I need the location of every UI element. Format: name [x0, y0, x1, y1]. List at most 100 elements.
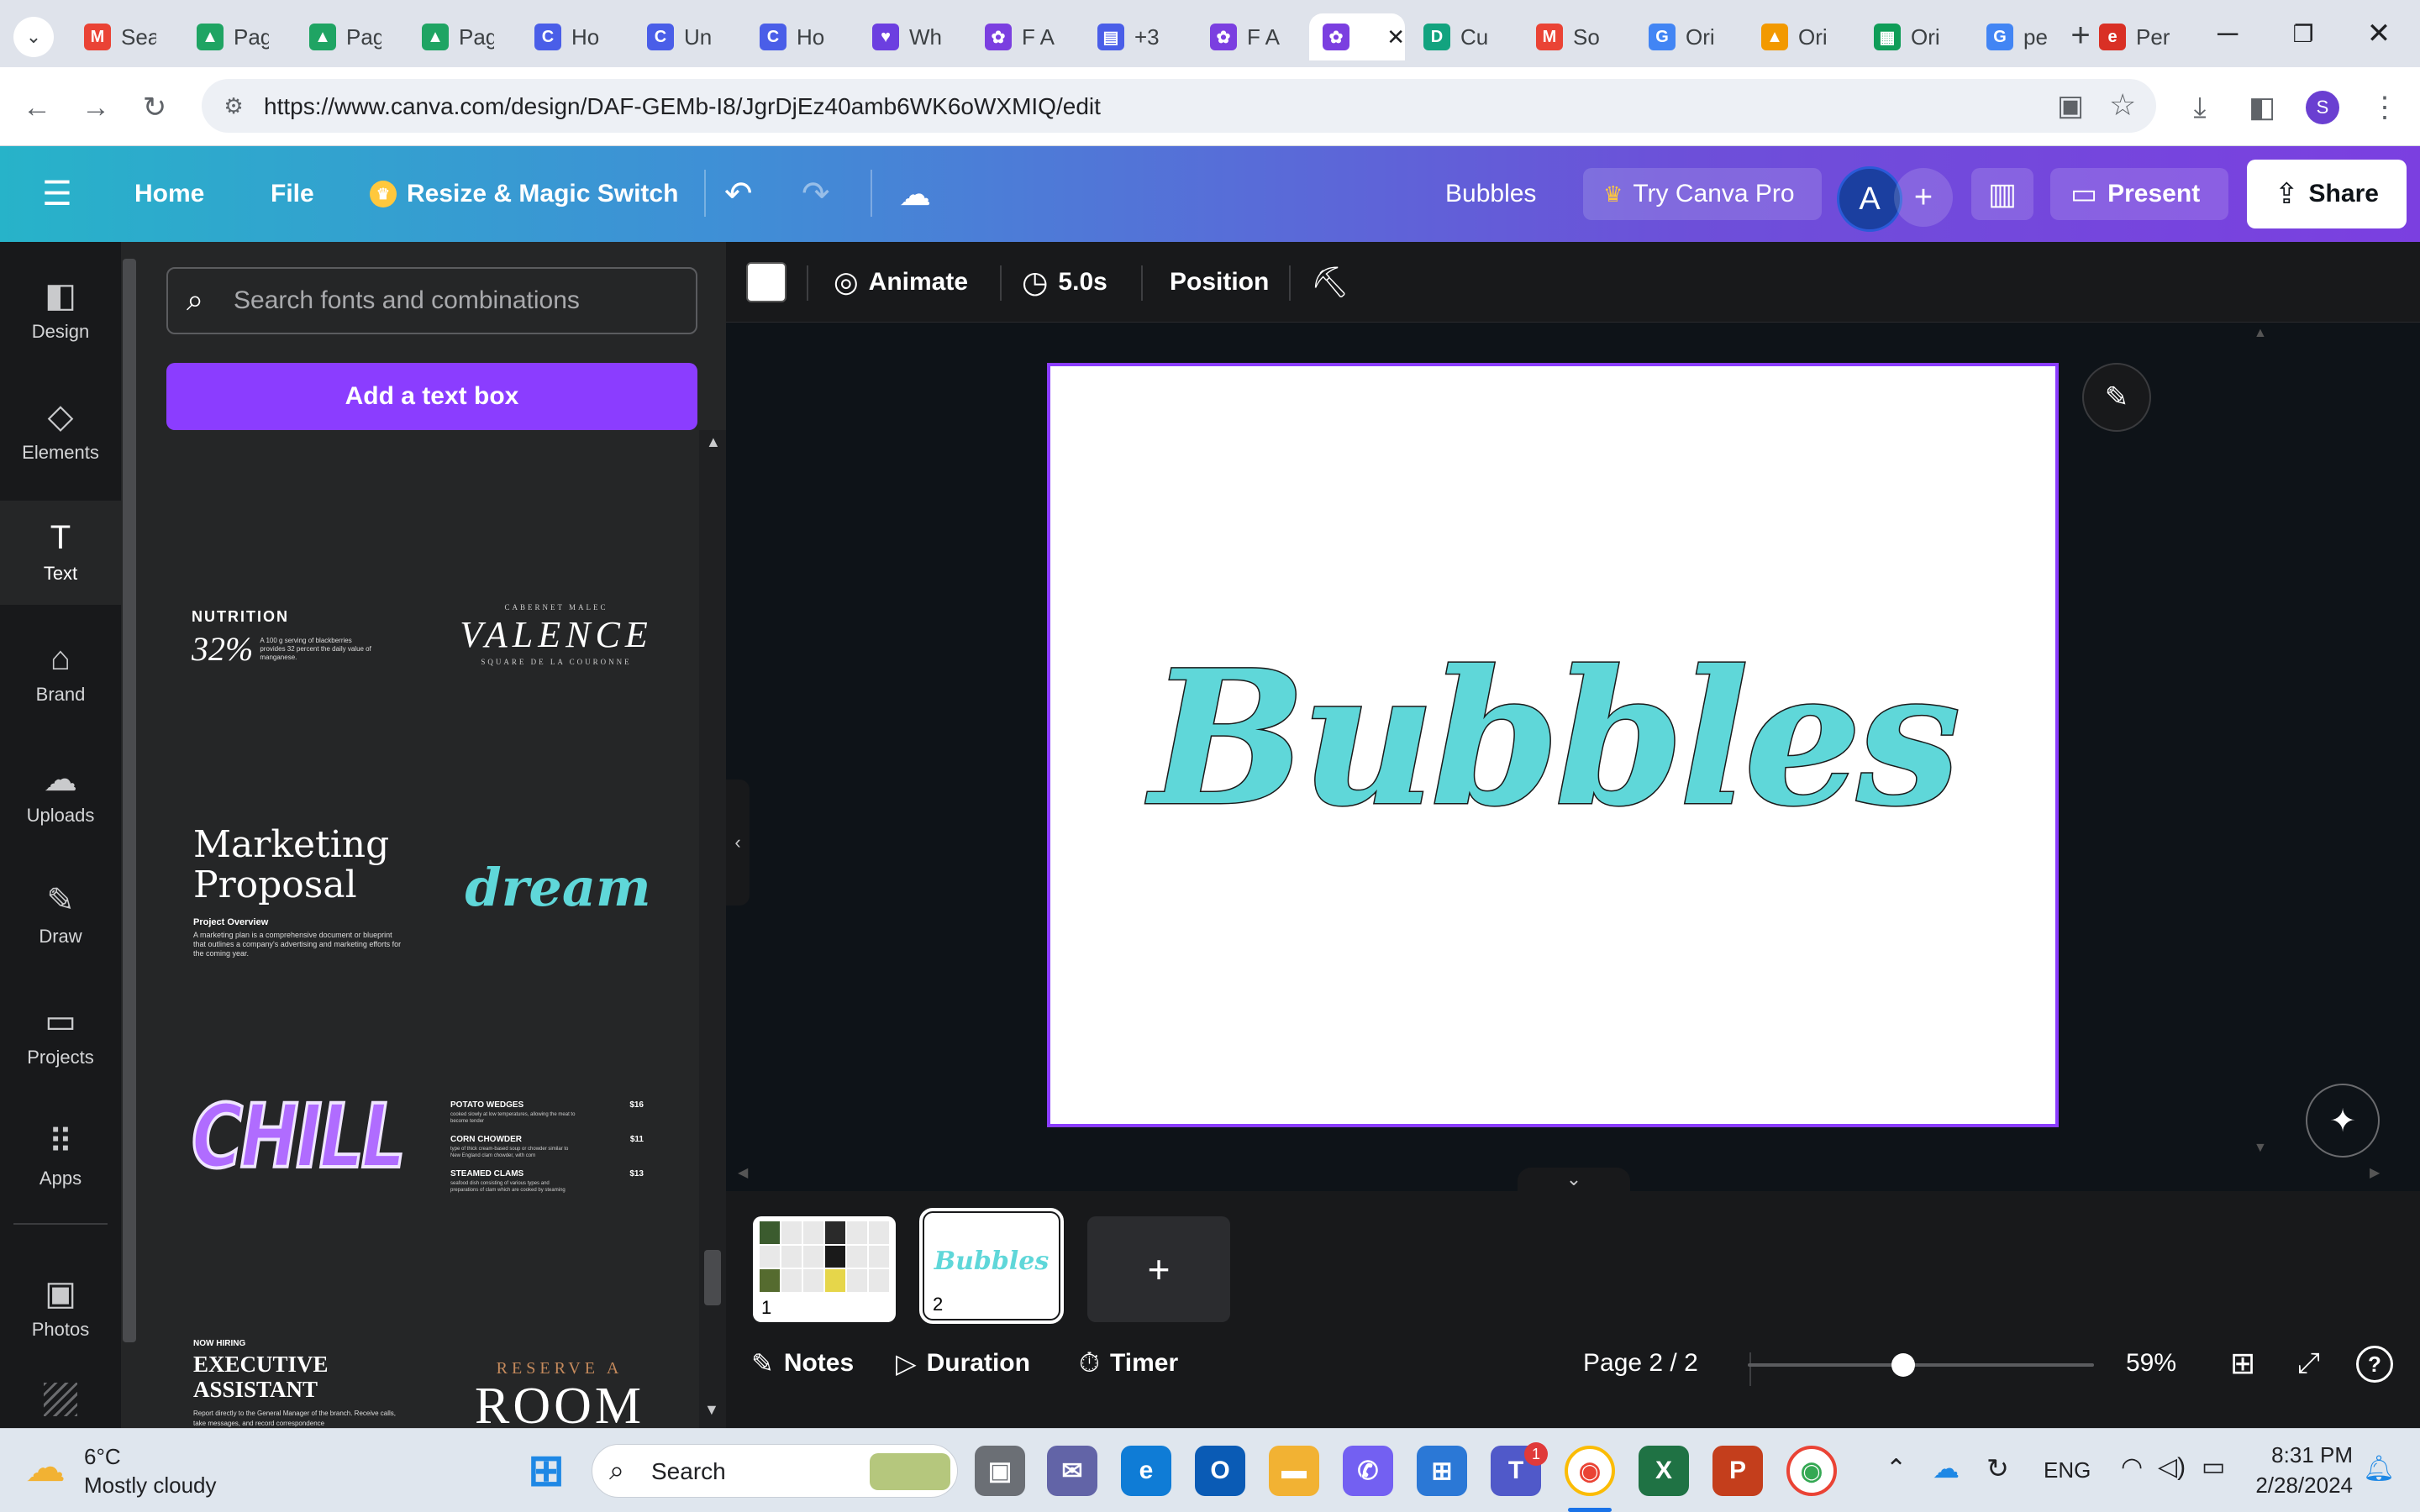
rail-more-pattern-icon[interactable] [44, 1383, 77, 1416]
clock-date[interactable]: 2/28/2024 [2235, 1473, 2353, 1499]
canvas-scroll-up-icon[interactable]: ▲ [2254, 326, 2267, 341]
browser-tab[interactable]: ▲ Pag [408, 13, 521, 60]
design-canvas[interactable]: Bubbles [1047, 363, 2059, 1127]
rail-item-design[interactable]: ◧ Design [0, 259, 121, 363]
font-search-input[interactable] [234, 284, 679, 318]
zoom-slider-thumb[interactable] [1891, 1353, 1916, 1377]
canvas-scroll-down-icon[interactable]: ▼ [2254, 1141, 2267, 1156]
browser-tab[interactable]: M So [1523, 13, 1635, 60]
tab-search-chevron-icon[interactable]: ⌄ [13, 17, 54, 57]
sync-icon[interactable]: ↻ [1986, 1452, 2009, 1484]
weather-desc[interactable]: Mostly cloudy [84, 1473, 217, 1499]
outlook-icon[interactable]: O [1195, 1446, 1245, 1496]
clock-time[interactable]: 8:31 PM [2269, 1442, 2353, 1468]
undo-icon[interactable]: ↶ [724, 168, 753, 220]
collapse-panel-handle[interactable]: ‹ [726, 780, 750, 906]
insights-chart-icon[interactable]: ▥ [1971, 168, 2033, 220]
profile-avatar[interactable]: S [2306, 91, 2339, 124]
show-hidden-icons-chevron[interactable]: ⌃ [1886, 1454, 1907, 1483]
hamburger-menu-icon[interactable]: ☰ [42, 168, 72, 220]
browser-tab[interactable]: ▲ Ori [1748, 13, 1860, 60]
browser-tab[interactable]: D Cu [1410, 13, 1523, 60]
page-indicator[interactable]: Page 2 / 2 [1583, 1342, 1698, 1384]
side-panel-icon[interactable]: ◧ [2240, 86, 2284, 129]
browser-tab[interactable]: C Ho [521, 13, 634, 60]
duration-footer-button[interactable]: ▷ Duration [896, 1342, 1030, 1384]
bubbles-text[interactable]: Bubbles [1144, 628, 1964, 848]
rail-item-photos[interactable]: ▣ Photos [0, 1257, 121, 1361]
scroll-up-icon[interactable]: ▲ [706, 433, 721, 451]
zoom-percent[interactable]: 59% [2126, 1342, 2176, 1384]
resize-magic-switch-button[interactable]: ♛ Resize & Magic Switch [370, 168, 678, 220]
teams-chat-icon[interactable]: ✉ [1047, 1446, 1097, 1496]
scroll-down-icon[interactable]: ▼ [704, 1401, 719, 1419]
user-avatar[interactable]: A [1837, 166, 1902, 232]
share-button[interactable]: ⇪ Share [2247, 160, 2407, 228]
text-template-menu[interactable]: POTATO WEDGES $16 cooked slowly at low tem… [450, 1100, 644, 1204]
edge-browser-icon[interactable]: e [1121, 1446, 1171, 1496]
file-button[interactable]: File [271, 168, 314, 220]
rail-scroll-thumb[interactable] [123, 259, 136, 1342]
add-comment-icon[interactable]: ✎ [2082, 363, 2151, 432]
add-collaborator-button[interactable]: + [1894, 168, 1953, 227]
browser-tab[interactable]: ▲ Pag [183, 13, 296, 60]
new-tab-button[interactable]: + [2057, 12, 2104, 59]
browser-tab[interactable]: ▲ Pag [296, 13, 408, 60]
design-title[interactable]: Bubbles [1445, 168, 1536, 220]
browser-tab[interactable]: ✿ F A [971, 13, 1084, 60]
notification-bell-icon[interactable]: 🔔︎ [2363, 1454, 2395, 1483]
forward-icon[interactable]: → [74, 86, 118, 129]
browser-tab[interactable]: ▤ +3 [1084, 13, 1197, 60]
try-canva-pro-button[interactable]: ♛ Try Canva Pro [1583, 168, 1822, 220]
notes-button[interactable]: ✎ Notes [751, 1342, 854, 1384]
taskbar-search-box[interactable]: ⌕ Search [592, 1444, 958, 1498]
url-text[interactable]: https://www.canva.com/design/DAF-GEMb-I8… [264, 93, 1101, 120]
browser-menu-icon[interactable]: ⋮ [2363, 86, 2407, 129]
rail-item-uploads[interactable]: ☁ Uploads [0, 743, 121, 847]
redo-icon[interactable]: ↷ [802, 168, 830, 220]
browser-tab[interactable]: ✿ F A [1197, 13, 1309, 60]
site-info-icon[interactable]: ⚙ [218, 91, 249, 121]
add-page-button[interactable]: + [1087, 1216, 1230, 1322]
hide-pages-chevron-icon[interactable]: ⌄ [1518, 1168, 1630, 1191]
text-template-marketing[interactable]: Marketing Proposal Project Overview A ma… [193, 825, 403, 958]
close-tab-icon[interactable]: ✕ [1386, 24, 1405, 50]
back-icon[interactable]: ← [15, 86, 59, 129]
powerpoint-icon[interactable]: P [1712, 1446, 1763, 1496]
bubbles-text-element[interactable]: Bubbles [1050, 366, 2055, 1124]
text-template-hiring[interactable]: NOW HIRING EXECUTIVE ASSISTANT Report di… [193, 1339, 403, 1428]
chrome-profile-icon[interactable]: ◉ [1786, 1446, 1837, 1496]
browser-tab[interactable]: ▦ Ori [1860, 13, 1973, 60]
browser-tab[interactable]: ✿ ✕ [1309, 13, 1405, 60]
text-template-valence[interactable]: CABERNET MALEC VALENCE SQUARE DE LA COUR… [447, 603, 666, 666]
background-color-swatch[interactable] [746, 262, 786, 302]
copy-style-paint-roller-icon[interactable]: ⛏ [1311, 260, 1349, 304]
language-indicator[interactable]: ENG [2044, 1457, 2091, 1483]
page-thumbnail-2[interactable]: Bubbles 2 [919, 1208, 1064, 1324]
canvas-scroll-left-icon[interactable]: ◀ [738, 1164, 748, 1181]
animate-button[interactable]: ◎ Animate [834, 260, 968, 304]
chrome-icon[interactable]: ◉ [1565, 1446, 1615, 1496]
panel-scroll-thumb[interactable] [704, 1250, 721, 1305]
help-icon[interactable]: ? [2356, 1346, 2393, 1383]
reload-icon[interactable]: ↻ [133, 86, 176, 129]
rail-item-brand[interactable]: ⌂ Brand [0, 622, 121, 726]
magic-sparkle-icon[interactable]: ✦ [2306, 1084, 2380, 1158]
bookmark-star-icon[interactable]: ☆ [2109, 87, 2136, 123]
close-window-button[interactable]: ✕ [2341, 12, 2417, 55]
text-template-dream[interactable]: dream [449, 857, 667, 918]
install-app-icon[interactable]: ▣ [2057, 89, 2084, 123]
text-template-nutrition[interactable]: NUTRITION 32% A 100 g serving of blackbe… [192, 608, 424, 669]
browser-tab[interactable]: ♥ Wh [859, 13, 971, 60]
zoom-slider[interactable] [1748, 1353, 2094, 1377]
home-button[interactable]: Home [134, 168, 204, 220]
rail-item-apps[interactable]: ⠿ Apps [0, 1105, 121, 1210]
text-template-reserve[interactable]: RESERVE A ROOM [449, 1359, 671, 1428]
excel-icon[interactable]: X [1639, 1446, 1689, 1496]
file-explorer-icon[interactable]: ▬ [1269, 1446, 1319, 1496]
font-search-box[interactable]: ⌕ [166, 267, 697, 334]
canvas-scroll-right-icon[interactable]: ▶ [2370, 1164, 2380, 1181]
text-template-chill[interactable]: CHILL [190, 1089, 424, 1184]
rail-item-text[interactable]: T Text [0, 501, 121, 605]
onedrive-icon[interactable]: ☁ [1933, 1452, 1960, 1484]
